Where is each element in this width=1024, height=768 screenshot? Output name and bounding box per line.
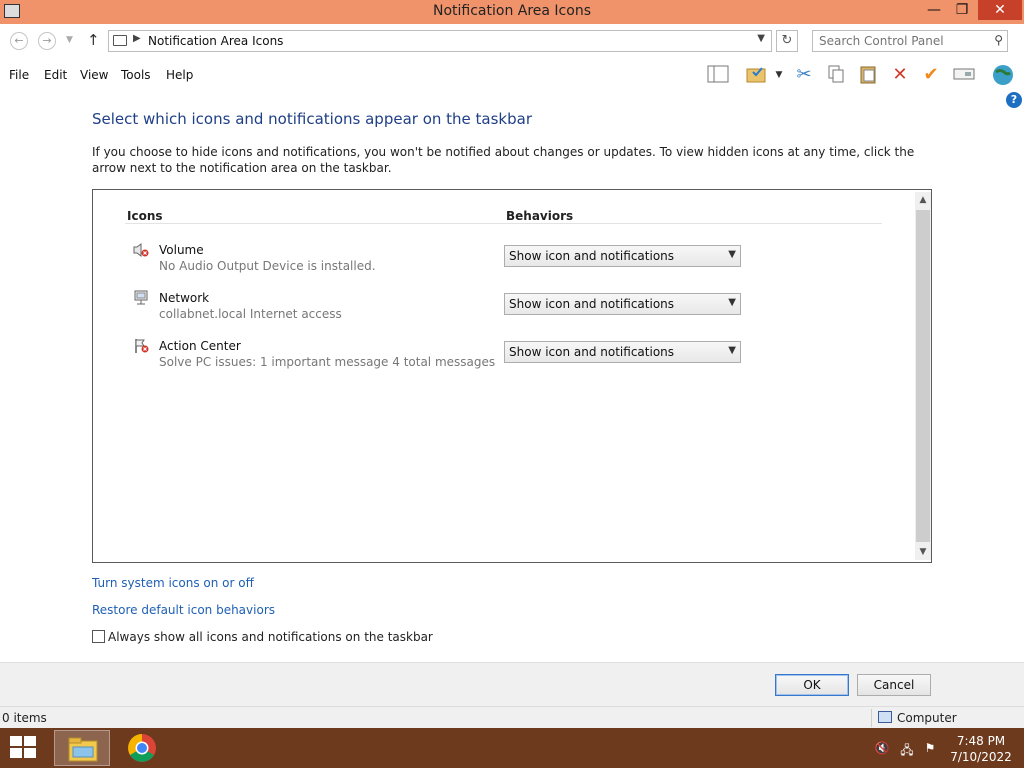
menu-tools[interactable]: Tools <box>121 68 151 82</box>
refresh-icon: ↻ <box>781 33 793 48</box>
taskbar-clock[interactable]: 7:48 PM 7/10/2022 <box>948 733 1014 765</box>
close-button[interactable]: ✕ <box>978 0 1022 20</box>
header-divider <box>125 223 882 224</box>
scroll-down-icon[interactable]: ▼ <box>915 544 931 560</box>
file-explorer-icon <box>68 737 98 762</box>
menu-edit[interactable]: Edit <box>44 68 67 82</box>
row-name-network: Network <box>159 291 210 305</box>
computer-icon <box>113 35 127 46</box>
menu-help[interactable]: Help <box>166 68 193 82</box>
up-button[interactable]: ↑ <box>87 31 100 49</box>
navigation-bar: ← → ▼ ↑ ▶ Notification Area Icons ▼ ↻ ⚲ <box>0 24 1024 60</box>
paste-icon[interactable] <box>856 64 880 86</box>
window-title: Notification Area Icons <box>432 3 591 19</box>
arrow-right-icon: → <box>42 34 52 47</box>
page-title: Select which icons and notifications app… <box>92 110 532 128</box>
search-icon[interactable]: ⚲ <box>994 33 1003 47</box>
always-show-checkbox[interactable] <box>92 630 105 643</box>
taskbar-chrome[interactable] <box>116 730 172 766</box>
start-button[interactable] <box>10 736 38 760</box>
dialog-footer: OK Cancel <box>0 662 1024 706</box>
always-show-label[interactable]: Always show all icons and notifications … <box>108 630 433 644</box>
cancel-button[interactable]: Cancel <box>857 674 931 696</box>
turn-system-icons-link[interactable]: Turn system icons on or off <box>92 576 254 590</box>
recent-locations-button[interactable]: ▼ <box>66 35 73 45</box>
chevron-down-icon: ▼ <box>728 249 736 260</box>
delete-icon[interactable]: ✕ <box>888 64 912 86</box>
search-input[interactable] <box>813 31 983 51</box>
windows-logo-icon <box>24 748 36 758</box>
globe-icon[interactable] <box>991 64 1015 86</box>
search-box[interactable]: ⚲ <box>812 30 1008 52</box>
taskbar: 🔇 🖧 ⚑ 7:48 PM 7/10/2022 <box>0 728 1024 768</box>
page-description: If you choose to hide icons and notifica… <box>92 145 915 175</box>
behavior-value-network: Show icon and notifications <box>509 297 675 311</box>
behavior-value-action-center: Show icon and notifications <box>509 345 675 359</box>
windows-logo-icon <box>10 736 22 746</box>
scrollbar-thumb[interactable] <box>916 210 930 542</box>
row-description-volume: No Audio Output Device is installed. <box>159 259 376 273</box>
maximize-button[interactable]: ❐ <box>948 0 976 20</box>
behavior-value-volume: Show icon and notifications <box>509 249 675 263</box>
row-name-action-center: Action Center <box>159 339 241 353</box>
vertical-scrollbar[interactable]: ▲ ▼ <box>915 192 931 560</box>
copy-icon[interactable] <box>824 64 848 86</box>
windows-logo-icon <box>10 748 22 758</box>
behavior-select-action-center[interactable]: Show icon and notifications ▼ <box>504 341 741 363</box>
clock-date: 7/10/2022 <box>950 750 1012 764</box>
refresh-button[interactable]: ↻ <box>776 30 798 52</box>
restore-defaults-link[interactable]: Restore default icon behaviors <box>92 603 275 617</box>
chevron-down-icon[interactable]: ▼ <box>757 33 765 44</box>
network-icon <box>133 290 149 306</box>
notification-icons-list[interactable]: Icons Behaviors Volume No Audio Output D… <box>92 189 932 563</box>
taskbar-file-explorer[interactable] <box>54 730 110 766</box>
title-bar: Notification Area Icons — ❐ ✕ <box>0 0 1024 24</box>
help-icon[interactable]: ? <box>1006 92 1022 108</box>
status-bar: 0 items Computer <box>0 706 1024 728</box>
breadcrumb-current[interactable]: Notification Area Icons <box>148 34 283 48</box>
properties-icon[interactable] <box>952 64 976 86</box>
volume-muted-icon <box>133 242 149 258</box>
row-description-action-center: Solve PC issues: 1 important message 4 t… <box>159 355 496 369</box>
ok-button[interactable]: OK <box>775 674 849 696</box>
chevron-down-icon: ▼ <box>728 297 736 308</box>
arrow-left-icon: ← <box>14 34 24 47</box>
breadcrumb-separator-icon[interactable]: ▶ <box>133 33 141 44</box>
status-divider <box>871 709 872 727</box>
folder-options-icon[interactable] <box>744 64 768 86</box>
behavior-select-volume[interactable]: Show icon and notifications ▼ <box>504 245 741 267</box>
tray-action-center-icon[interactable]: ⚑ <box>922 741 938 755</box>
tray-volume-muted-icon[interactable]: 🔇 <box>874 741 890 755</box>
menu-bar: File Edit View Tools Help ▼ ✂ ✕ ✔ <box>0 60 1024 90</box>
tray-network-icon[interactable]: 🖧 <box>899 741 915 757</box>
back-button[interactable]: ← <box>10 32 28 50</box>
behavior-select-network[interactable]: Show icon and notifications ▼ <box>504 293 741 315</box>
minimize-button[interactable]: — <box>920 0 948 20</box>
row-description-network: collabnet.local Internet access <box>159 307 342 321</box>
action-center-flag-icon <box>133 338 149 354</box>
dropdown-icon[interactable]: ▼ <box>772 64 786 86</box>
scroll-up-icon[interactable]: ▲ <box>915 192 931 208</box>
layout-icon[interactable] <box>706 64 730 86</box>
computer-icon <box>878 711 892 723</box>
item-count: 0 items <box>2 711 47 725</box>
address-bar[interactable]: ▶ Notification Area Icons ▼ <box>108 30 772 52</box>
forward-button[interactable]: → <box>38 32 56 50</box>
chevron-down-icon: ▼ <box>728 345 736 356</box>
windows-logo-icon <box>24 736 36 746</box>
column-header-behaviors: Behaviors <box>506 209 574 223</box>
cut-icon[interactable]: ✂ <box>792 64 816 86</box>
chrome-icon <box>128 734 156 762</box>
menu-file[interactable]: File <box>9 68 29 82</box>
status-location: Computer <box>897 711 957 725</box>
check-icon[interactable]: ✔ <box>919 64 943 86</box>
row-name-volume: Volume <box>159 243 204 257</box>
column-header-icons: Icons <box>127 209 163 223</box>
menu-view[interactable]: View <box>80 68 108 82</box>
clock-time: 7:48 PM <box>956 734 1006 748</box>
